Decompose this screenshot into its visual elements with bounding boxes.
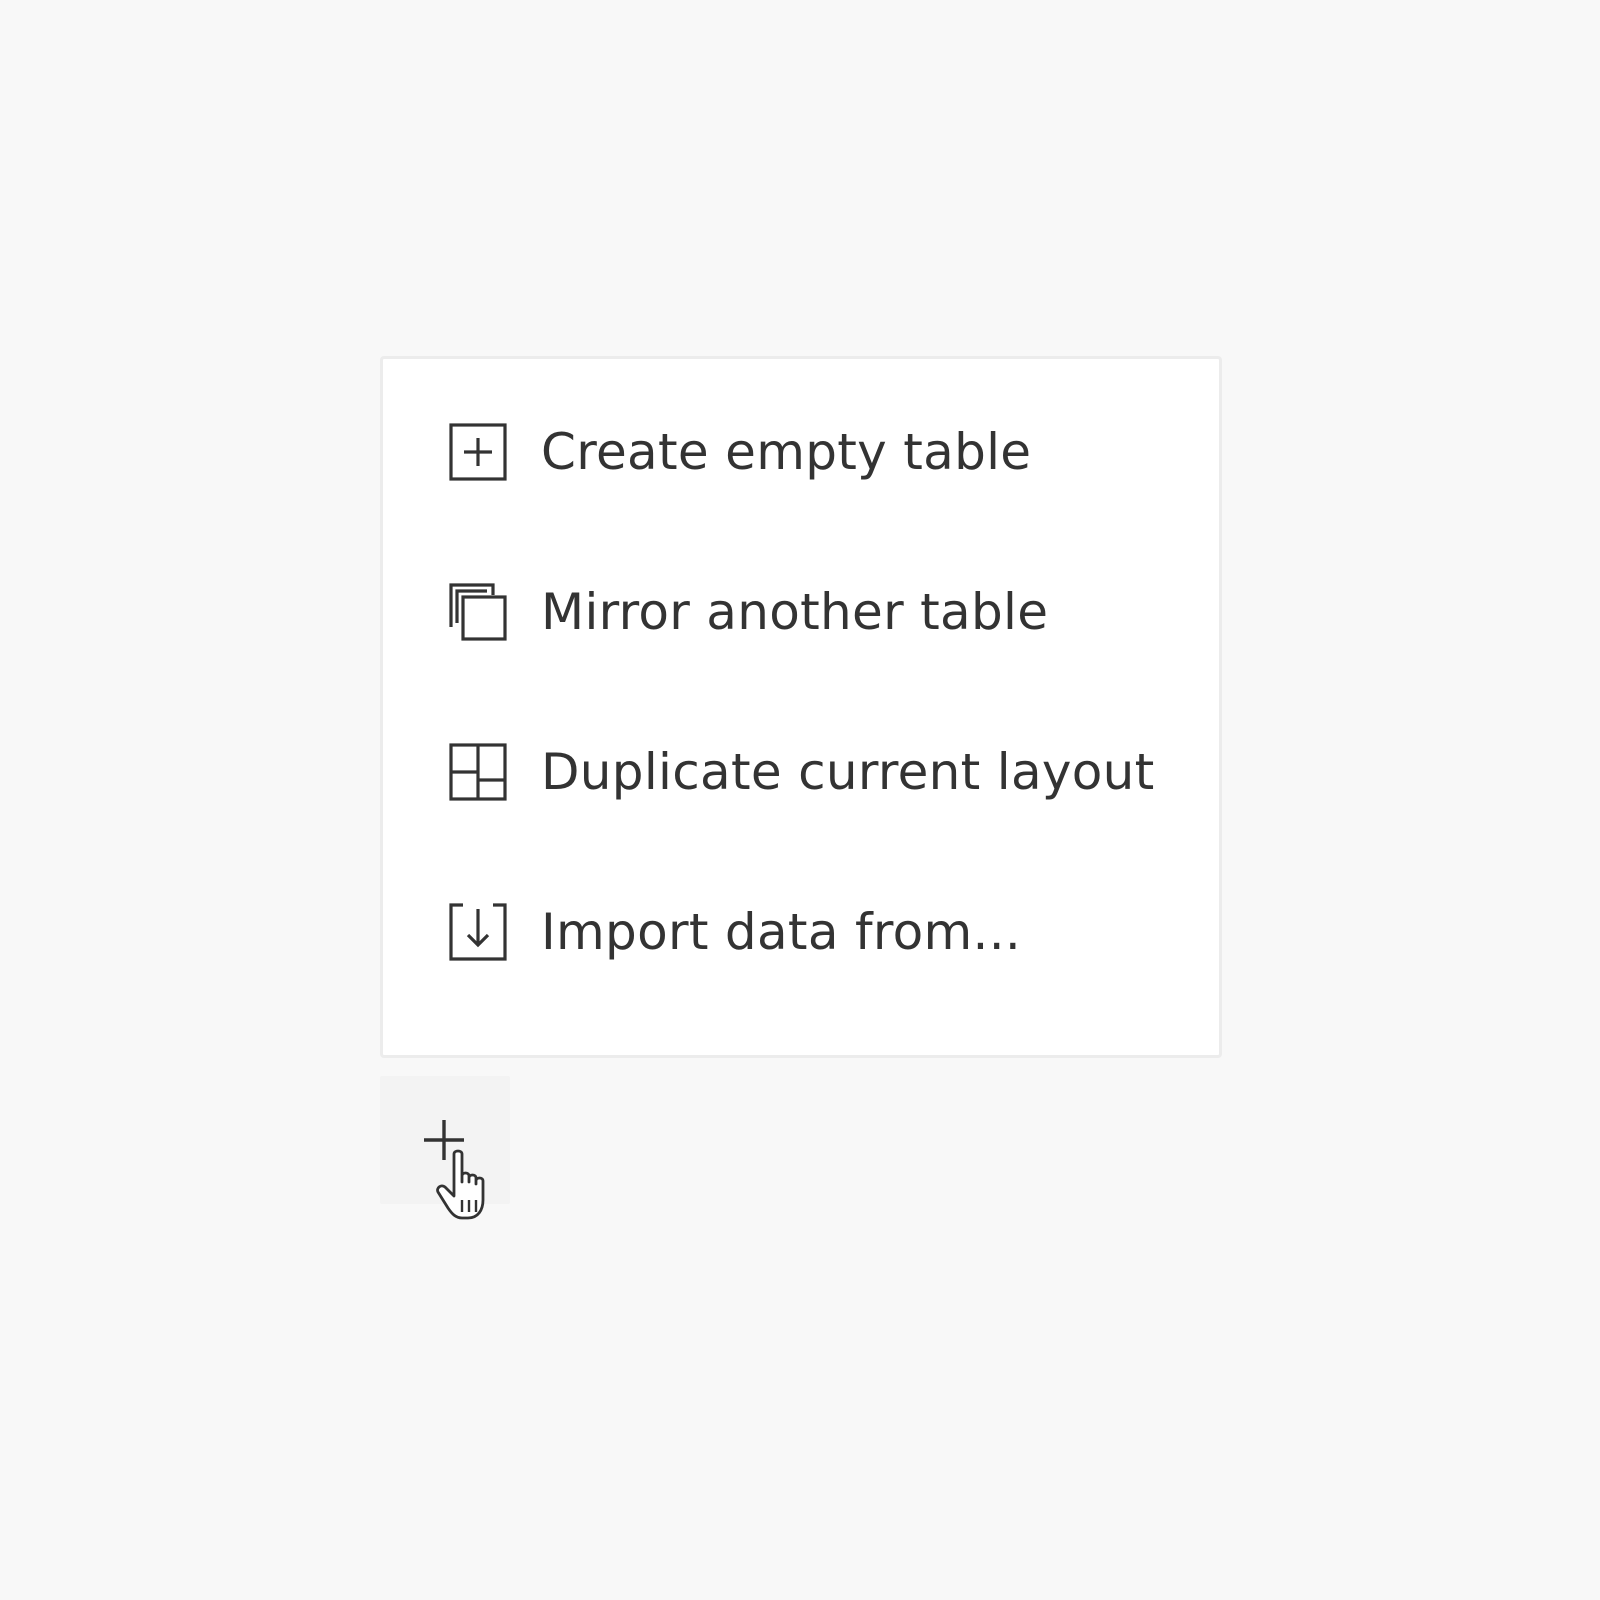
add-table-button[interactable] (380, 1076, 510, 1204)
menu-item-label: Mirror another table (541, 583, 1049, 641)
menu-item-label: Import data from... (541, 903, 1022, 961)
menu-item-mirror-another-table[interactable]: Mirror another table (449, 577, 1048, 647)
layout-grid-icon (449, 743, 507, 801)
import-down-arrow-icon (449, 903, 507, 961)
menu-item-import-data[interactable]: Import data from... (449, 897, 1021, 967)
add-table-dropdown-menu: Create empty table Mirror another table (380, 356, 1222, 1058)
menu-item-create-empty-table[interactable]: Create empty table (449, 417, 1031, 487)
menu-item-duplicate-current-layout[interactable]: Duplicate current layout (449, 737, 1155, 807)
menu-item-label: Duplicate current layout (541, 743, 1155, 801)
menu-item-label: Create empty table (541, 423, 1032, 481)
copy-layers-icon (449, 583, 507, 641)
canvas: Create empty table Mirror another table (0, 0, 1600, 1600)
square-plus-icon (449, 423, 507, 481)
plus-icon (422, 1118, 466, 1162)
